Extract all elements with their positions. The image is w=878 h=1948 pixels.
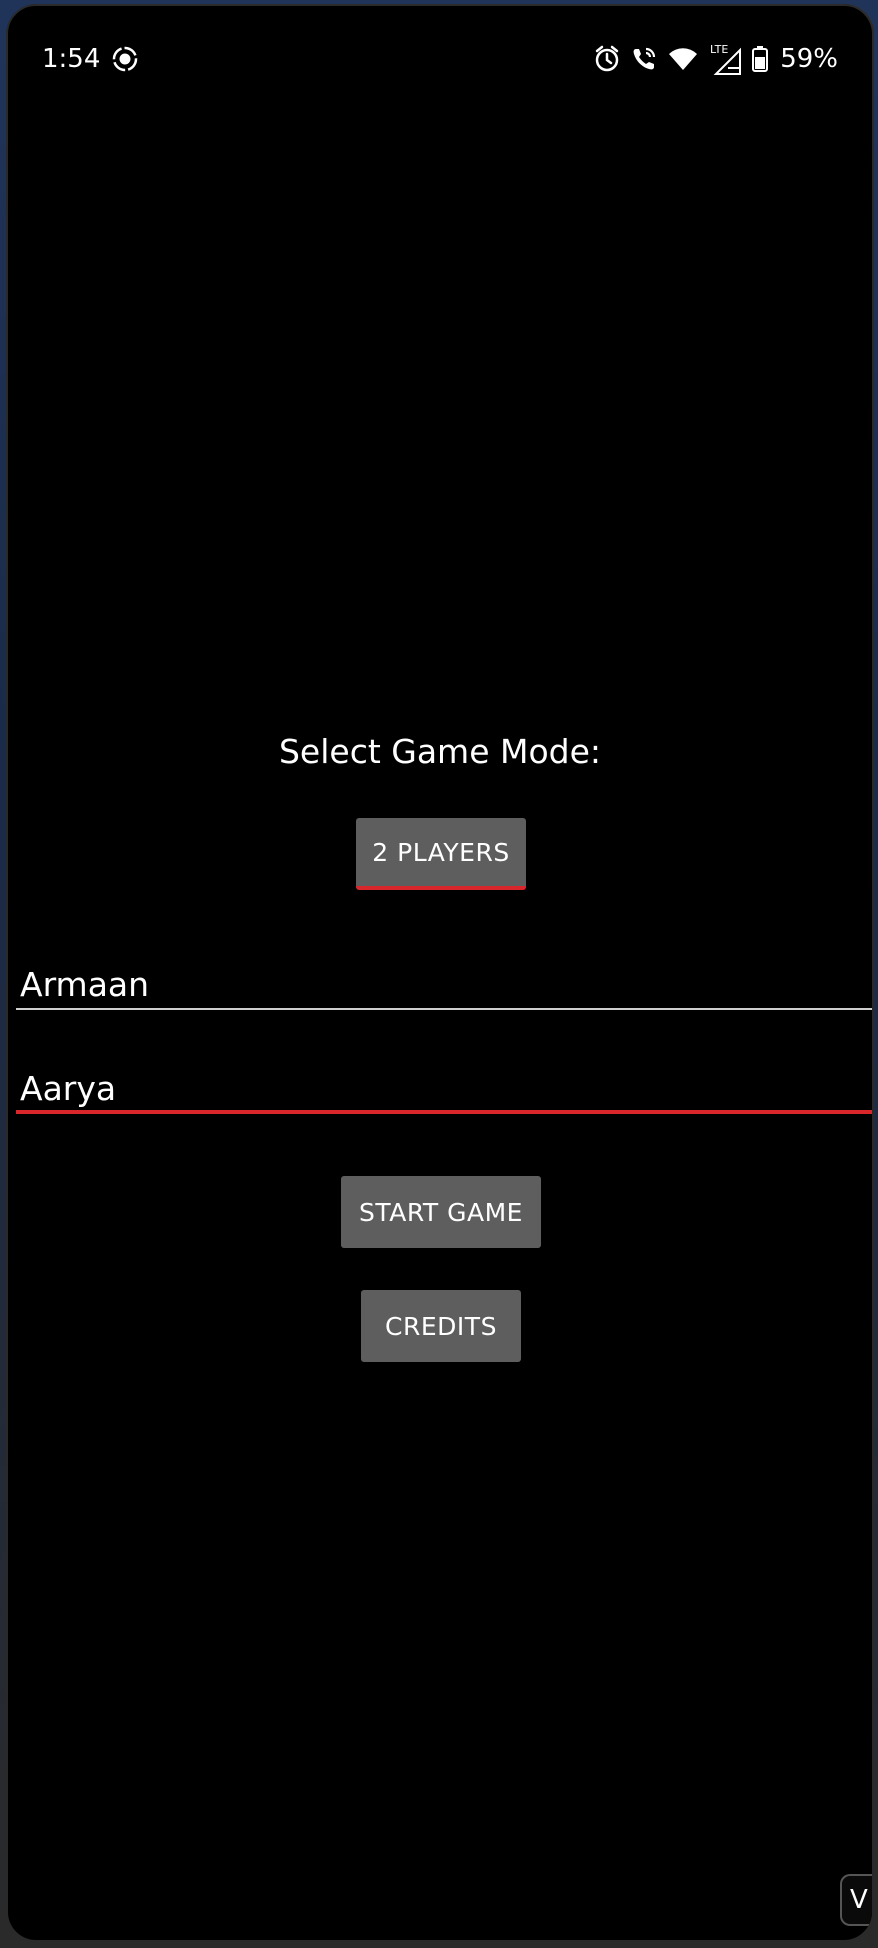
cellular-signal-icon: LTE bbox=[708, 42, 742, 76]
battery-icon bbox=[752, 46, 769, 72]
screen-record-icon bbox=[112, 46, 138, 72]
player2-name-input[interactable]: Aarya bbox=[16, 1064, 872, 1114]
start-game-button[interactable]: START GAME bbox=[341, 1176, 541, 1248]
status-time: 1:54 bbox=[42, 44, 101, 74]
battery-percentage: 59% bbox=[780, 44, 838, 74]
alarm-icon bbox=[594, 45, 620, 73]
game-mode-label: Select Game Mode: bbox=[278, 732, 602, 771]
player1-name-input[interactable]: Armaan bbox=[16, 960, 872, 1010]
status-bar: 1:54 LTE 59% bbox=[8, 6, 872, 116]
game-mode-button[interactable]: 2 PLAYERS bbox=[356, 818, 526, 890]
status-icons: LTE 59% bbox=[594, 42, 838, 76]
network-type-label: LTE bbox=[710, 43, 728, 56]
credits-button[interactable]: CREDITS bbox=[361, 1290, 521, 1362]
wifi-calling-icon bbox=[630, 45, 658, 73]
wifi-icon bbox=[668, 47, 698, 71]
corner-overlay-tab[interactable]: V bbox=[840, 1874, 872, 1926]
phone-screen: 1:54 LTE 59% Select Game Mode: 2 PLAYERS… bbox=[6, 4, 874, 1942]
